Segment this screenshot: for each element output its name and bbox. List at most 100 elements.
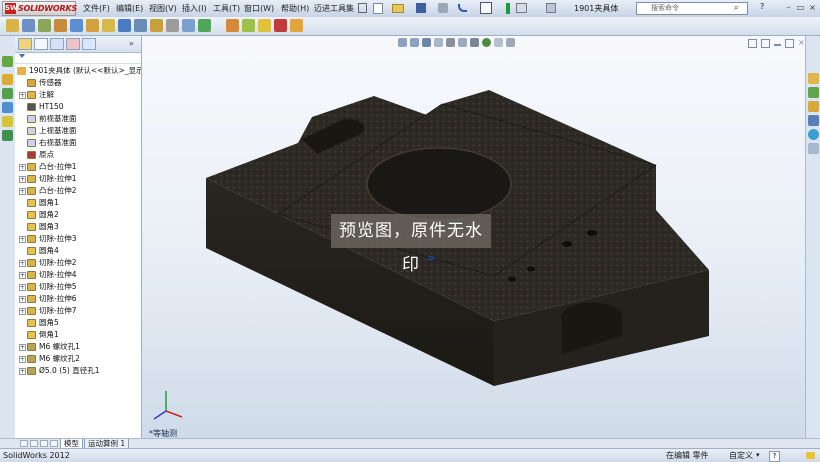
menu-help[interactable]: 帮助(H) bbox=[281, 0, 309, 17]
expand-icon[interactable]: + bbox=[19, 176, 26, 183]
edit-appearance-icon[interactable] bbox=[482, 38, 491, 47]
search-icon[interactable]: ⌕ bbox=[734, 3, 738, 13]
first-tab-button[interactable] bbox=[20, 440, 28, 447]
appearances-tab-icon[interactable] bbox=[2, 102, 13, 113]
shell-icon[interactable] bbox=[150, 19, 163, 32]
fillet-tool-icon[interactable] bbox=[102, 19, 115, 32]
appearance-icon[interactable] bbox=[290, 19, 303, 32]
menu-window[interactable]: 窗口(W) bbox=[244, 0, 274, 17]
toolbox-icon[interactable] bbox=[226, 19, 239, 32]
display-manager-tab[interactable] bbox=[82, 38, 96, 50]
menu-file[interactable]: 文件(F) bbox=[83, 0, 110, 17]
smart-dimension-icon[interactable] bbox=[22, 19, 35, 32]
next-tab-button[interactable] bbox=[40, 440, 48, 447]
solidworks-resources-icon[interactable] bbox=[808, 73, 819, 84]
reference-geometry-icon[interactable] bbox=[166, 19, 179, 32]
graphics-area[interactable]: × 预览图，原件无水印 *等轴测 bbox=[142, 36, 805, 438]
zoom-area-icon[interactable] bbox=[410, 38, 419, 47]
units-dropdown-icon[interactable]: ▾ bbox=[756, 449, 760, 462]
loft-icon[interactable] bbox=[86, 19, 99, 32]
minimize-button[interactable]: – bbox=[783, 2, 794, 13]
apply-scene-icon[interactable] bbox=[494, 38, 503, 47]
view-palette-icon[interactable] bbox=[808, 115, 819, 126]
undo-icon[interactable] bbox=[458, 4, 467, 12]
tree-filter-row[interactable] bbox=[15, 53, 141, 64]
sketch-icon[interactable] bbox=[6, 19, 19, 32]
expand-icon[interactable]: + bbox=[19, 272, 26, 279]
zoom-to-fit-icon[interactable] bbox=[398, 38, 407, 47]
panel-expand-icon[interactable]: » bbox=[129, 39, 134, 48]
rebuild-icon[interactable] bbox=[506, 3, 510, 14]
revolve-icon[interactable] bbox=[54, 19, 67, 32]
feature-manager-tab[interactable] bbox=[18, 38, 32, 50]
appearances-scenes-icon[interactable] bbox=[808, 129, 819, 140]
solidworks-logo[interactable]: SW SOLIDWORKS bbox=[2, 1, 77, 16]
menu-maijin-tools[interactable]: 迈进工具集 bbox=[314, 0, 354, 17]
file-explorer-tab-icon[interactable] bbox=[2, 74, 13, 85]
reference-triad bbox=[153, 391, 183, 420]
viewport-split-icon[interactable] bbox=[748, 39, 757, 48]
resources-tab-icon[interactable] bbox=[2, 130, 13, 141]
close-button[interactable]: × bbox=[807, 2, 818, 13]
viewport-minimize-icon[interactable] bbox=[774, 44, 781, 46]
chamfer-tool-icon[interactable] bbox=[118, 19, 131, 32]
menu-insert[interactable]: 插入(I) bbox=[182, 0, 207, 17]
menu-tools[interactable]: 工具(T) bbox=[213, 0, 240, 17]
last-tab-button[interactable] bbox=[50, 440, 58, 447]
design-library-icon[interactable] bbox=[808, 87, 819, 98]
search-input[interactable]: 搜索命令 bbox=[636, 2, 748, 15]
expand-icon[interactable]: + bbox=[19, 188, 26, 195]
hole-wizard-tool-icon[interactable] bbox=[242, 19, 255, 32]
previous-view-icon[interactable] bbox=[422, 38, 431, 47]
menu-edit[interactable]: 编辑(E) bbox=[116, 0, 143, 17]
property-manager-tab[interactable] bbox=[34, 38, 48, 50]
display-style-icon[interactable] bbox=[458, 38, 467, 47]
expand-icon[interactable]: + bbox=[19, 368, 26, 375]
prev-tab-button[interactable] bbox=[30, 440, 38, 447]
expand-icon[interactable]: + bbox=[19, 236, 26, 243]
hide-show-items-icon[interactable] bbox=[470, 38, 479, 47]
viewport-layout-icon[interactable] bbox=[761, 39, 770, 48]
curves-icon[interactable] bbox=[182, 19, 195, 32]
expand-icon[interactable]: + bbox=[19, 164, 26, 171]
custom-properties-icon[interactable] bbox=[808, 143, 819, 154]
status-units[interactable]: 自定义 bbox=[729, 449, 753, 462]
options-icon[interactable] bbox=[546, 3, 556, 13]
section-view-icon[interactable] bbox=[434, 38, 443, 47]
dimxpert-manager-tab[interactable] bbox=[66, 38, 80, 50]
status-help-button[interactable]: ? bbox=[769, 451, 780, 462]
file-explorer-icon[interactable] bbox=[808, 101, 819, 112]
save-icon[interactable] bbox=[416, 3, 426, 13]
mirror-icon[interactable] bbox=[274, 19, 287, 32]
custom-properties-tab-icon[interactable] bbox=[2, 116, 13, 127]
expand-icon[interactable]: + bbox=[19, 92, 26, 99]
print-icon[interactable] bbox=[438, 3, 448, 13]
filter-icon[interactable] bbox=[19, 54, 25, 61]
configuration-manager-tab[interactable] bbox=[50, 38, 64, 50]
sweep-icon[interactable] bbox=[70, 19, 83, 32]
viewport-close-icon[interactable]: × bbox=[798, 39, 805, 48]
design-library-tab-icon[interactable] bbox=[2, 56, 13, 67]
extrude-icon[interactable] bbox=[38, 19, 51, 32]
file-properties-icon[interactable] bbox=[516, 3, 527, 13]
expand-icon[interactable]: + bbox=[19, 344, 26, 351]
pattern-icon[interactable] bbox=[258, 19, 271, 32]
instant3d-icon[interactable] bbox=[198, 19, 211, 32]
expand-icon[interactable]: + bbox=[19, 296, 26, 303]
menu-view[interactable]: 视图(V) bbox=[149, 0, 177, 17]
expand-icon[interactable]: + bbox=[19, 356, 26, 363]
viewport-restore-icon[interactable] bbox=[785, 39, 794, 48]
view-orientation-icon[interactable] bbox=[446, 38, 455, 47]
view-palette-tab-icon[interactable] bbox=[2, 88, 13, 99]
select-icon[interactable] bbox=[480, 2, 492, 14]
expand-icon[interactable]: + bbox=[19, 284, 26, 291]
new-document-icon[interactable] bbox=[373, 3, 383, 14]
view-settings-icon[interactable] bbox=[506, 38, 515, 47]
expand-icon[interactable]: + bbox=[19, 260, 26, 267]
open-folder-icon[interactable] bbox=[392, 4, 404, 13]
expand-icon[interactable]: + bbox=[19, 308, 26, 315]
help-question-icon[interactable]: ? bbox=[760, 2, 764, 11]
pin-icon[interactable] bbox=[358, 3, 367, 13]
restore-button[interactable]: ▭ bbox=[795, 2, 806, 13]
rib-icon[interactable] bbox=[134, 19, 147, 32]
